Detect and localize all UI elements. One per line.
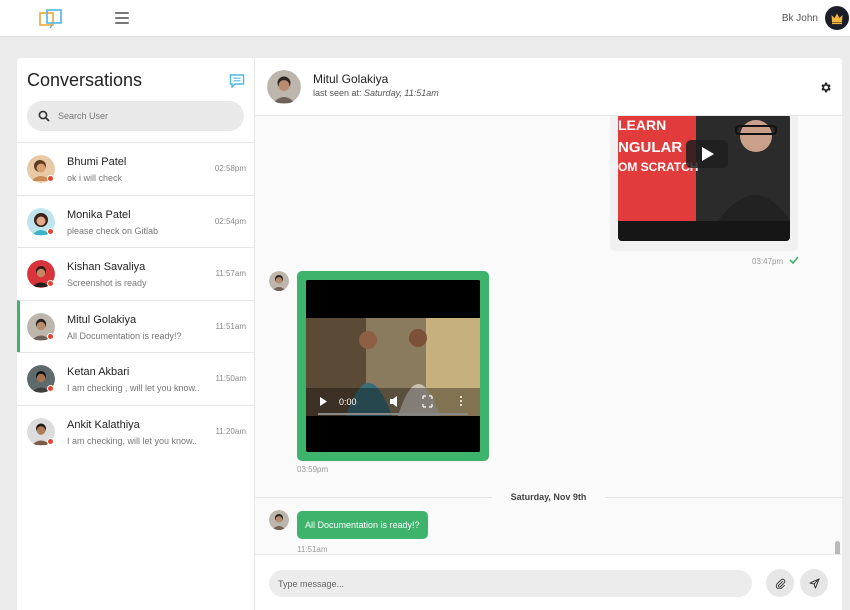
message-time: 11:51am <box>297 545 328 554</box>
chat-header: Mitul Golakiya last seen at: Saturday, 1… <box>255 58 842 116</box>
date-divider: Saturday, Nov 9th <box>255 490 842 504</box>
status-dot <box>47 227 54 235</box>
video-title-line-1: LEARN <box>618 117 666 133</box>
search-icon <box>38 110 50 122</box>
status-dot <box>47 175 54 182</box>
conversation-time: 11:20am <box>215 426 246 436</box>
search-input[interactable] <box>58 111 228 121</box>
status-dot <box>47 385 54 392</box>
video-current-time: 0:00 <box>339 397 357 407</box>
message-composer <box>255 554 842 610</box>
hamburger-icon[interactable] <box>115 12 129 24</box>
scrollbar[interactable] <box>835 541 840 554</box>
status-dot <box>47 437 54 445</box>
conversation-time: 11:50am <box>215 374 246 383</box>
conversation-time: 02:54pm <box>214 216 246 226</box>
conversations-title: Conversations <box>27 70 143 90</box>
conversation-preview: please check on Gitlab <box>67 225 159 236</box>
message-time: 03:59pm <box>297 465 329 474</box>
conversation-item-bhumi-patel[interactable]: Bhumi Patel ok i will check 02:58pm <box>17 142 254 195</box>
conversation-name: Bhumi Patel <box>67 156 127 168</box>
conversation-preview: All Documentation is ready!? <box>67 330 182 341</box>
conversation-name: Ankit Kalathiya <box>67 418 140 431</box>
status-dot <box>47 280 54 287</box>
date-divider-label: Saturday, Nov 9th <box>510 492 587 502</box>
search-box[interactable] <box>27 101 244 131</box>
chat-panel: Mitul Golakiya last seen at: Saturday, 1… <box>255 58 842 610</box>
video-preview-image: LEARN NGULAR OM SCRATCH <box>618 116 790 241</box>
current-user-name[interactable]: Bk John <box>782 13 818 24</box>
contact-avatar[interactable] <box>267 70 301 104</box>
sender-avatar <box>269 271 289 291</box>
conversation-item-kishan-savaliya[interactable]: Kishan Savaliya Screenshot is ready 11:5… <box>17 247 254 300</box>
conversation-preview: I am checking , will let you know.. <box>67 383 200 393</box>
outgoing-video-message: LEARN NGULAR OM SCRATCH <box>610 116 798 251</box>
last-seen: last seen at: Saturday, 11:51am <box>313 88 439 98</box>
send-icon <box>808 577 820 589</box>
conversation-preview: ok i will check <box>67 173 123 183</box>
logo-icon[interactable] <box>39 9 63 29</box>
conversations-panel: Conversations Bhumi P <box>17 58 255 610</box>
video-thumbnail[interactable]: LEARN NGULAR OM SCRATCH <box>618 116 790 241</box>
conversation-name: Monika Patel <box>67 208 131 221</box>
conversation-item-monika-patel[interactable]: Monika Patel please check on Gitlab 02:5… <box>17 194 254 248</box>
video-title-line-2: NGULAR <box>618 139 682 156</box>
video-progress-bar[interactable] <box>318 413 468 415</box>
video-frame: 0:00 <box>306 280 480 452</box>
gear-icon[interactable] <box>819 81 832 94</box>
conversation-list: Bhumi Patel ok i will check 02:58pm Moni… <box>17 142 254 457</box>
new-chat-icon[interactable] <box>229 74 245 88</box>
conversation-preview: I am checking, will let you know.. <box>67 435 198 446</box>
conversation-item-mitul-golakiya[interactable]: Mitul Golakiya All Documentation is read… <box>17 299 254 352</box>
conversation-item-ketan-akbari[interactable]: Ketan Akbari I am checking , will let yo… <box>17 352 254 405</box>
attach-button[interactable] <box>766 569 794 597</box>
top-bar: Bk John <box>0 0 850 37</box>
message-input[interactable] <box>269 570 752 597</box>
check-icon <box>789 256 799 264</box>
status-dot <box>47 332 54 340</box>
conversation-preview: Screenshot is ready <box>67 278 147 288</box>
chat-card: Conversations Bhumi P <box>17 58 842 610</box>
conversation-name: Kishan Savaliya <box>67 261 146 273</box>
message-list: LEARN NGULAR OM SCRATCH 03:47pm 0:00 03:… <box>255 116 842 554</box>
current-user-avatar[interactable] <box>825 6 849 30</box>
conversation-time: 02:58pm <box>214 164 246 173</box>
message-bubble: All Documentation is ready!? <box>297 511 428 539</box>
sender-avatar <box>269 510 289 530</box>
message-time: 03:47pm <box>752 257 784 266</box>
last-seen-value: Saturday, 11:51am <box>364 88 439 98</box>
conversation-time: 11:57am <box>215 269 246 278</box>
paperclip-icon <box>775 578 785 589</box>
conversation-item-ankit-kalathiya[interactable]: Ankit Kalathiya I am checking, will let … <box>17 404 254 458</box>
contact-name: Mitul Golakiya <box>313 72 389 86</box>
last-seen-prefix: last seen at: <box>313 88 362 98</box>
conversation-name: Ketan Akbari <box>67 366 130 378</box>
video-player[interactable]: 0:00 <box>306 280 480 452</box>
incoming-video-message: 0:00 <box>297 271 489 461</box>
send-button[interactable] <box>800 569 828 597</box>
conversation-name: Mitul Golakiya <box>67 313 137 326</box>
crown-icon <box>831 13 843 25</box>
conversation-time: 11:51am <box>215 321 246 331</box>
